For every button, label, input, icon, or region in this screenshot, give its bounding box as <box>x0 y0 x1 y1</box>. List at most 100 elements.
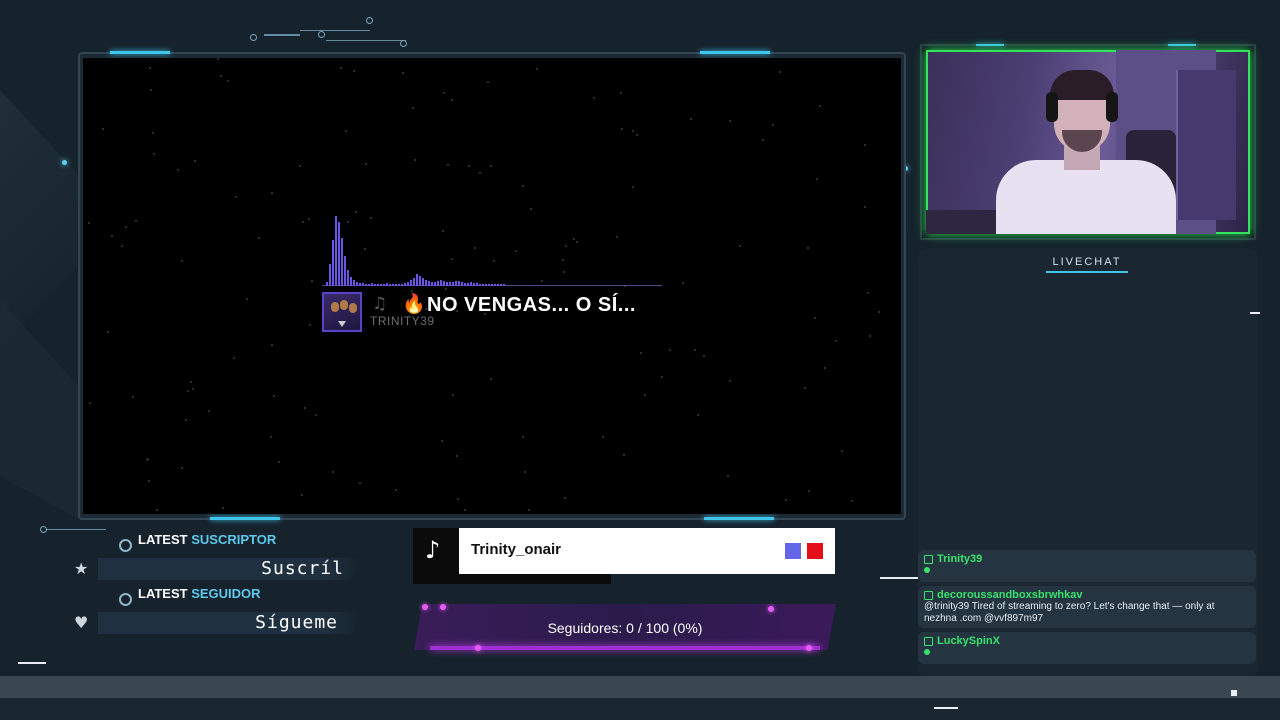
star <box>816 178 818 180</box>
star <box>632 186 634 188</box>
latest-follower-value: Sígueme <box>255 612 338 633</box>
star <box>194 160 196 162</box>
livechat-title-underline <box>1046 271 1128 273</box>
webcam-background <box>1176 70 1236 220</box>
visualizer-bar <box>500 284 502 286</box>
tiktok-username: Trinity_onair <box>471 541 562 558</box>
star <box>522 185 524 187</box>
star <box>623 454 625 456</box>
visualizer-bar <box>431 282 433 286</box>
pink-dot <box>768 606 774 612</box>
decor-dash <box>1250 312 1260 314</box>
visualizer-bar <box>416 274 418 286</box>
visualizer-bar <box>368 284 370 286</box>
ring-icon <box>119 539 132 552</box>
visualizer-bar <box>494 284 496 286</box>
visualizer-bar <box>338 222 340 286</box>
star <box>669 349 671 351</box>
visualizer-bar <box>461 282 463 286</box>
bottom-strip <box>0 698 1280 720</box>
visualizer-bar <box>470 282 472 286</box>
star <box>88 222 90 224</box>
visualizer-bar <box>350 277 352 286</box>
visualizer-bar <box>473 283 475 286</box>
star <box>177 169 179 171</box>
star <box>353 70 355 72</box>
visualizer-bar <box>488 284 490 286</box>
tiktok-underline <box>413 574 611 584</box>
frame-accent <box>210 517 280 520</box>
star <box>181 260 183 262</box>
latest-follower-label: LATEST SEGUIDOR <box>138 586 261 601</box>
star <box>807 247 809 249</box>
visualizer-bar <box>377 284 379 286</box>
visualizer-bar <box>389 284 391 286</box>
star <box>345 130 347 132</box>
visualizer-bar <box>329 264 331 286</box>
headset-icon <box>1046 92 1058 122</box>
star <box>235 196 237 198</box>
star <box>602 436 604 438</box>
star <box>152 132 154 134</box>
pink-dot <box>422 604 428 610</box>
star <box>593 97 595 99</box>
visualizer-bar <box>404 283 406 286</box>
visualizer-bar <box>458 281 460 286</box>
music-note-icon: ♫ <box>372 294 388 314</box>
star <box>185 419 187 421</box>
star <box>156 509 158 511</box>
visualizer-bar <box>383 284 385 286</box>
star <box>278 461 280 463</box>
star <box>441 440 443 442</box>
star <box>620 92 622 94</box>
visualizer-bar <box>347 270 349 286</box>
decor-square <box>1231 690 1237 696</box>
visualizer-bar <box>359 283 361 286</box>
star <box>869 335 871 337</box>
circuit-decor <box>250 34 257 41</box>
star <box>150 89 152 91</box>
visualizer-bar <box>353 280 355 286</box>
background-shape <box>0 300 80 520</box>
circuit-decor <box>366 17 373 24</box>
star <box>311 280 313 282</box>
visualizer-bar <box>482 284 484 286</box>
chat-message: Trinity39 <box>918 550 1256 582</box>
circuit-decor <box>300 30 370 31</box>
visualizer-bar <box>467 283 469 286</box>
visualizer-bar <box>437 281 439 286</box>
circuit-decor <box>326 40 406 41</box>
star <box>864 206 866 208</box>
star <box>851 500 853 502</box>
star <box>271 192 273 194</box>
star <box>468 165 470 167</box>
circuit-decor <box>318 31 325 38</box>
star <box>246 298 248 300</box>
star <box>819 105 821 107</box>
visualizer-bar <box>455 281 457 286</box>
pink-dot <box>440 604 446 610</box>
visualizer-bar <box>503 284 505 286</box>
chat-badge-icon <box>924 636 933 646</box>
star <box>878 311 880 313</box>
visualizer-bar <box>374 284 376 286</box>
star <box>636 134 638 136</box>
star <box>227 80 229 82</box>
song-title: NO VENGAS... O SÍ... <box>427 294 636 316</box>
star <box>271 344 273 346</box>
star <box>412 107 414 109</box>
star <box>121 245 123 247</box>
chat-username: LuckySpinX <box>937 635 1000 647</box>
star <box>621 128 623 130</box>
star <box>233 357 235 359</box>
visualizer-bar <box>344 256 346 286</box>
visualizer-bar <box>449 282 451 286</box>
star <box>187 390 189 392</box>
chat-message: LuckySpinX <box>918 632 1256 664</box>
visualizer-bar <box>434 282 436 286</box>
star <box>447 164 449 166</box>
fire-icon: 🔥 <box>402 293 426 315</box>
song-artist: TRINITY39 <box>370 314 435 328</box>
star <box>762 139 764 141</box>
circuit-decor <box>46 529 106 530</box>
